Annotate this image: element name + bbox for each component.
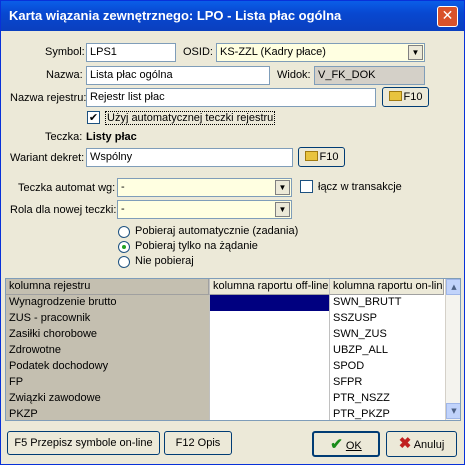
rola-label: Rola dla nowej teczki: bbox=[10, 204, 117, 216]
table-cell[interactable]: SWN_BRUTT bbox=[330, 295, 444, 311]
cancel-label: Anuluj bbox=[413, 439, 445, 451]
f5-przepisz-button[interactable]: F5 Przepisz symbole on-line bbox=[7, 431, 160, 455]
table-cell[interactable] bbox=[209, 311, 330, 327]
radio-nie-pobieraj-label: Nie pobieraj bbox=[135, 255, 194, 267]
table-cell[interactable]: PKZP bbox=[6, 407, 209, 420]
scroll-up-icon[interactable]: ▲ bbox=[446, 279, 460, 295]
table-cell[interactable]: SFPR bbox=[330, 375, 444, 391]
vertical-scrollbar[interactable]: ▲ ▼ bbox=[445, 279, 460, 420]
ok-button[interactable]: ✔ OK bbox=[312, 431, 380, 457]
table-cell[interactable] bbox=[209, 359, 330, 375]
table-cell[interactable]: ZUS - pracownik bbox=[6, 311, 209, 327]
teczka-value: Listy płac bbox=[86, 131, 137, 143]
table-cell[interactable]: SPOD bbox=[330, 359, 444, 375]
symbol-field[interactable]: LPS1 bbox=[86, 43, 176, 62]
column-header-offline[interactable]: kolumna raportu off-line bbox=[209, 279, 330, 295]
table-cell[interactable]: Zasiłki chorobowe bbox=[6, 327, 209, 343]
table-cell[interactable] bbox=[209, 295, 330, 311]
teczka-automat-select[interactable]: - ▼ bbox=[117, 178, 292, 197]
nazwa-label: Nazwa: bbox=[46, 69, 83, 81]
dialog-window: Karta wiązania zewnętrznego: LPO - Lista… bbox=[0, 0, 465, 465]
table-cell[interactable]: PTR_NSZZ bbox=[330, 391, 444, 407]
mapping-table[interactable]: kolumna rejestru kolumna raportu off-lin… bbox=[5, 278, 461, 421]
table-cell[interactable]: SSZUSP bbox=[330, 311, 444, 327]
auto-teczki-checkbox[interactable]: ✔ bbox=[87, 111, 100, 124]
widok-label: Widok: bbox=[277, 69, 311, 81]
table-cell[interactable]: UBZP_ALL bbox=[330, 343, 444, 359]
rejestr-field[interactable]: Rejestr list płac bbox=[86, 88, 376, 107]
chevron-down-icon[interactable]: ▼ bbox=[275, 180, 290, 195]
folder-icon bbox=[304, 151, 318, 161]
table-cell[interactable] bbox=[209, 343, 330, 359]
osid-value: KS-ZZL (Kadry płace) bbox=[220, 46, 326, 58]
table-cell[interactable]: SWN_ZUS bbox=[330, 327, 444, 343]
ok-label: OK bbox=[345, 440, 362, 452]
close-button[interactable]: ✕ bbox=[437, 6, 458, 27]
column-header-rejestr[interactable]: kolumna rejestru bbox=[6, 279, 209, 295]
table-cell[interactable] bbox=[209, 375, 330, 391]
table-cell[interactable]: Wynagrodzenie brutto bbox=[6, 295, 209, 311]
table-cell[interactable] bbox=[209, 327, 330, 343]
table-cell[interactable]: FP bbox=[6, 375, 209, 391]
table-cell[interactable] bbox=[209, 407, 330, 420]
osid-label: OSID: bbox=[183, 46, 213, 58]
f12-opis-button[interactable]: F12 Opis bbox=[164, 431, 232, 455]
column-header-online[interactable]: kolumna raportu on-line bbox=[330, 279, 444, 295]
f10-label: F10 bbox=[319, 151, 339, 163]
rejestr-f10-button[interactable]: F10 bbox=[382, 87, 429, 107]
teczka-label: Teczka: bbox=[45, 131, 83, 143]
teczka-automat-label: Teczka automat wg: bbox=[18, 182, 116, 194]
radio-na-zadanie-label: Pobieraj tylko na żądanie bbox=[135, 240, 258, 252]
chevron-down-icon[interactable]: ▼ bbox=[408, 45, 423, 60]
auto-teczki-label: Użyj automatycznej teczki rejestru bbox=[105, 111, 276, 125]
check-icon: ✔ bbox=[330, 436, 343, 453]
wariant-label: Wariant dekret: bbox=[10, 152, 85, 164]
osid-select[interactable]: KS-ZZL (Kadry płace) ▼ bbox=[216, 43, 425, 62]
symbol-label: Symbol: bbox=[45, 46, 85, 58]
wariant-field[interactable]: Wspólny bbox=[86, 148, 293, 167]
table-cell[interactable]: PTR_PKZP bbox=[330, 407, 444, 420]
radio-nie-pobieraj[interactable] bbox=[118, 256, 130, 268]
title-bar: Karta wiązania zewnętrznego: LPO - Lista… bbox=[1, 1, 464, 31]
cancel-button[interactable]: ✖ Anuluj bbox=[386, 431, 457, 457]
rejestr-label: Nazwa rejestru: bbox=[10, 92, 87, 104]
nazwa-field[interactable]: Lista płac ogólna bbox=[86, 66, 270, 85]
f10-label: F10 bbox=[403, 91, 423, 103]
table-cell[interactable] bbox=[209, 391, 330, 407]
teczka-automat-value: - bbox=[121, 181, 125, 193]
lacz-checkbox[interactable] bbox=[300, 180, 313, 193]
radio-na-zadanie[interactable] bbox=[118, 241, 130, 253]
chevron-down-icon[interactable]: ▼ bbox=[275, 202, 290, 217]
radio-auto-label: Pobieraj automatycznie (zadania) bbox=[135, 225, 299, 237]
widok-field: V_FK_DOK bbox=[314, 66, 425, 85]
table-cell[interactable]: Związki zawodowe bbox=[6, 391, 209, 407]
wariant-f10-button[interactable]: F10 bbox=[298, 147, 345, 167]
rola-value: - bbox=[121, 203, 125, 215]
lacz-label: łącz w transakcje bbox=[318, 181, 402, 193]
cancel-x-icon: ✖ bbox=[398, 435, 412, 452]
table-cell[interactable]: Zdrowotne bbox=[6, 343, 209, 359]
folder-icon bbox=[388, 91, 402, 101]
radio-auto[interactable] bbox=[118, 226, 130, 238]
window-title: Karta wiązania zewnętrznego: LPO - Lista… bbox=[9, 8, 342, 23]
table-cell[interactable]: Podatek dochodowy bbox=[6, 359, 209, 375]
rola-select[interactable]: - ▼ bbox=[117, 200, 292, 219]
scroll-down-icon[interactable]: ▼ bbox=[446, 403, 460, 419]
